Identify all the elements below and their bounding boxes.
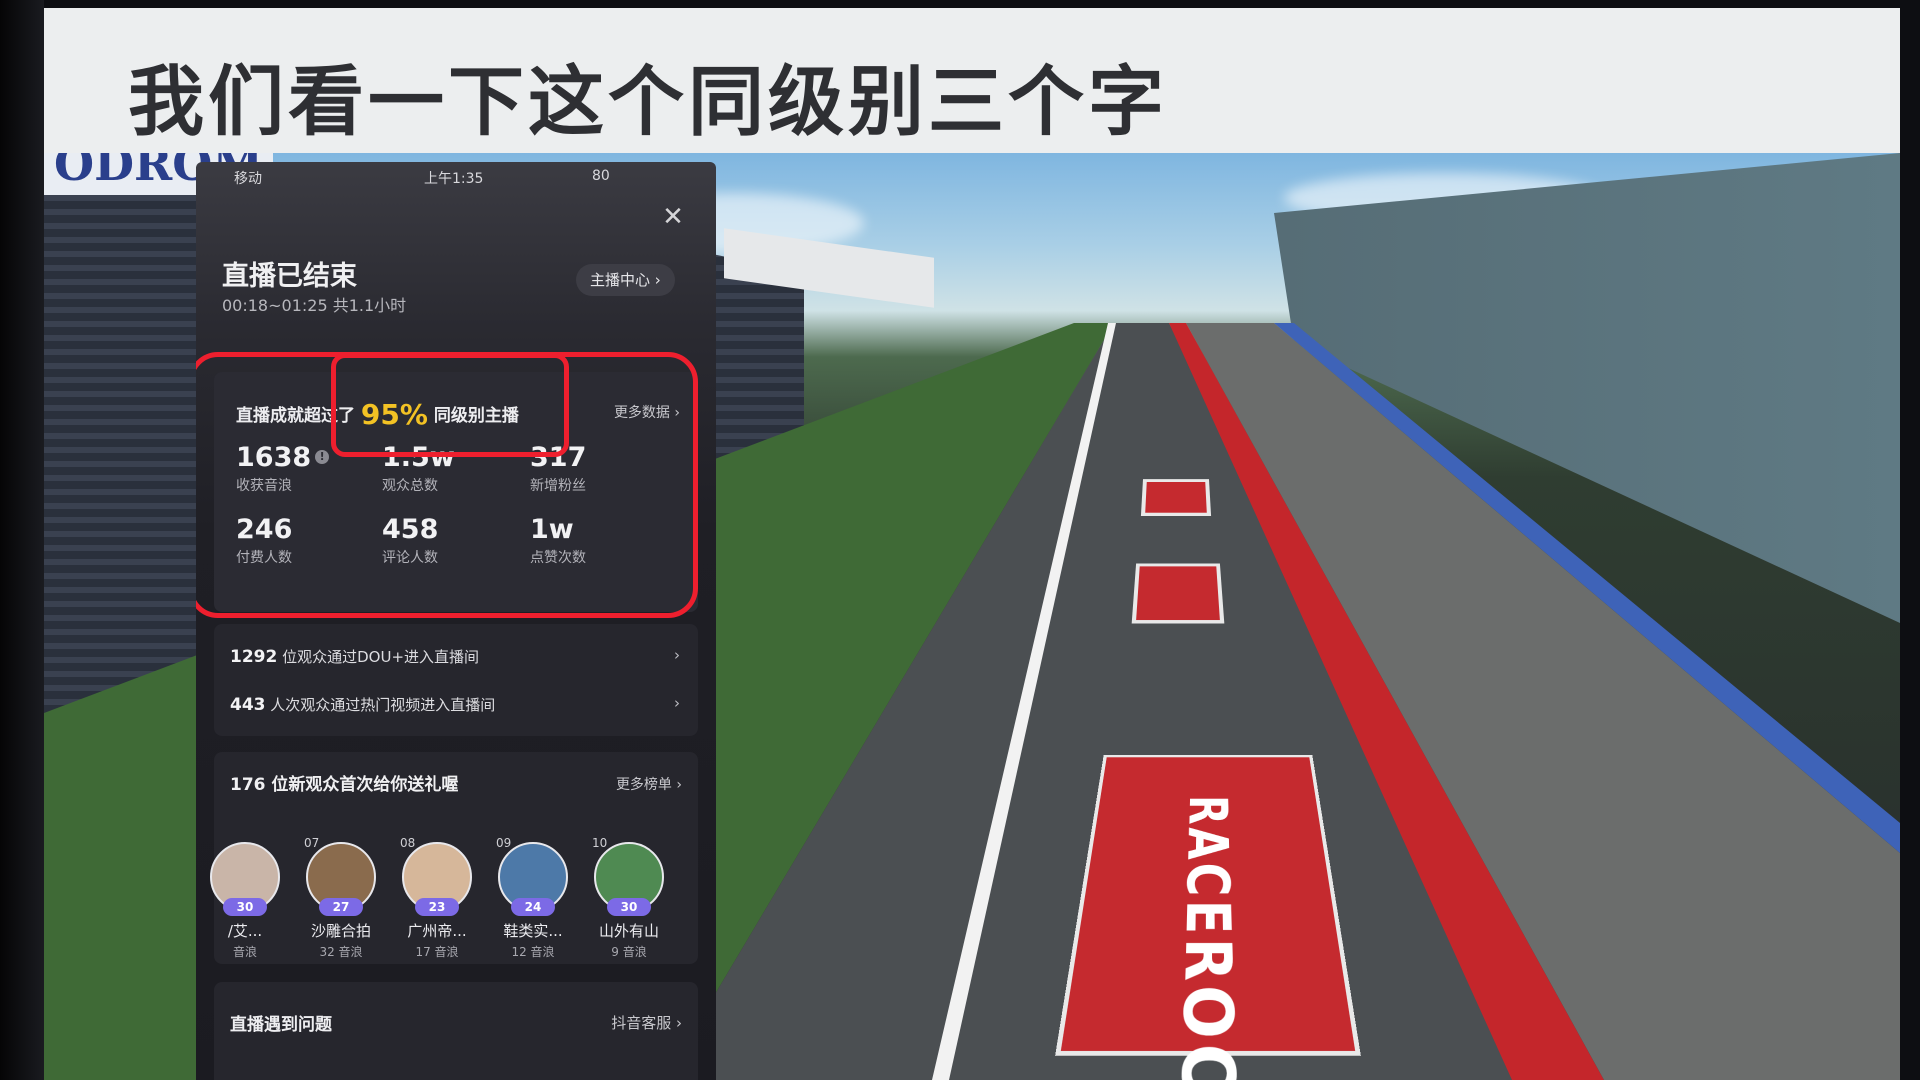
gifter-amount: 12 音浪	[490, 943, 576, 960]
gifter-rank: 07	[304, 836, 319, 850]
gifter-rank: 10	[592, 836, 607, 850]
traffic-count: 1292	[230, 647, 277, 667]
gifter-amount: 9 音浪	[586, 943, 672, 960]
chevron-right-icon: ›	[674, 694, 680, 712]
traffic-source-card: 1292 位观众通过DOU+进入直播间 › 443 人次观众通过热门视频进入直播…	[214, 624, 698, 736]
problem-title: 直播遇到问题	[230, 1010, 332, 1035]
status-time: 上午1:35	[424, 168, 483, 188]
traffic-row-dou[interactable]: 1292 位观众通过DOU+进入直播间 ›	[230, 646, 680, 667]
gift-card-title: 176 位新观众首次给你送礼喔	[230, 770, 458, 795]
more-rank-link[interactable]: 更多榜单 ›	[616, 774, 682, 794]
gifter-amount: 17 音浪	[394, 943, 480, 960]
customer-service-link[interactable]: 抖音客服 ›	[611, 1012, 682, 1033]
pit-box-marking	[1132, 564, 1225, 624]
gifter-item[interactable]: 07 27 沙雕合拍 32 音浪	[298, 842, 384, 960]
traffic-count: 443	[230, 695, 266, 715]
gifter-item[interactable]: 30 /艾... 音浪	[202, 842, 288, 960]
status-bar: 移动 上午1:35 80	[196, 168, 716, 190]
level-badge: 27	[319, 898, 363, 916]
close-icon[interactable]: ✕	[658, 202, 688, 232]
new-gifter-card: 176 位新观众首次给你送礼喔 更多榜单 › 30 /艾... 音浪 07 27…	[214, 752, 698, 964]
host-center-button[interactable]: 主播中心 ›	[576, 264, 675, 296]
live-ended-title: 直播已结束	[222, 254, 357, 293]
live-problem-card: 直播遇到问题 抖音客服 ›	[214, 982, 698, 1080]
level-badge: 30	[223, 898, 267, 916]
level-badge: 23	[415, 898, 459, 916]
pit-box-marking-large: RACEROOM	[1055, 755, 1361, 1056]
traffic-row-hot-video[interactable]: 443 人次观众通过热门视频进入直播间 ›	[230, 694, 680, 715]
gifter-name: 鞋类实...	[490, 920, 576, 941]
gifter-name: 山外有山	[586, 920, 672, 941]
gifter-name: 广州帝...	[394, 920, 480, 941]
gifter-amount: 音浪	[202, 943, 288, 960]
gifter-name: /艾...	[202, 920, 288, 941]
battery-icon: 80	[592, 168, 610, 184]
pit-box-text: RACEROOM	[1169, 795, 1247, 989]
carrier-label: 移动	[234, 168, 262, 188]
gifter-item[interactable]: 09 24 鞋类实... 12 音浪	[490, 842, 576, 960]
gifter-amount: 32 音浪	[298, 943, 384, 960]
level-badge: 24	[511, 898, 555, 916]
gifter-item[interactable]: 10 30 山外有山 9 音浪	[586, 842, 672, 960]
monitor-bezel	[0, 0, 44, 1080]
chevron-right-icon: ›	[674, 646, 680, 664]
gifter-rank: 09	[496, 836, 511, 850]
slide-title: 我们看一下这个同级别三个字	[128, 40, 1168, 150]
live-time-range: 00:18~01:25 共1.1小时	[222, 292, 406, 316]
gifter-name: 沙雕合拍	[298, 920, 384, 941]
gifter-item[interactable]: 08 23 广州帝... 17 音浪	[394, 842, 480, 960]
pit-box-marking	[1141, 479, 1211, 516]
gifter-rank: 08	[400, 836, 415, 850]
traffic-text: 人次观众通过热门视频进入直播间	[270, 696, 495, 714]
traffic-text: 位观众通过DOU+进入直播间	[282, 648, 479, 666]
level-badge: 30	[607, 898, 651, 916]
red-highlight-outline-inner	[331, 353, 569, 457]
phone-screen: 移动 上午1:35 80 ✕ 直播已结束 00:18~01:25 共1.1小时 …	[196, 162, 716, 1080]
